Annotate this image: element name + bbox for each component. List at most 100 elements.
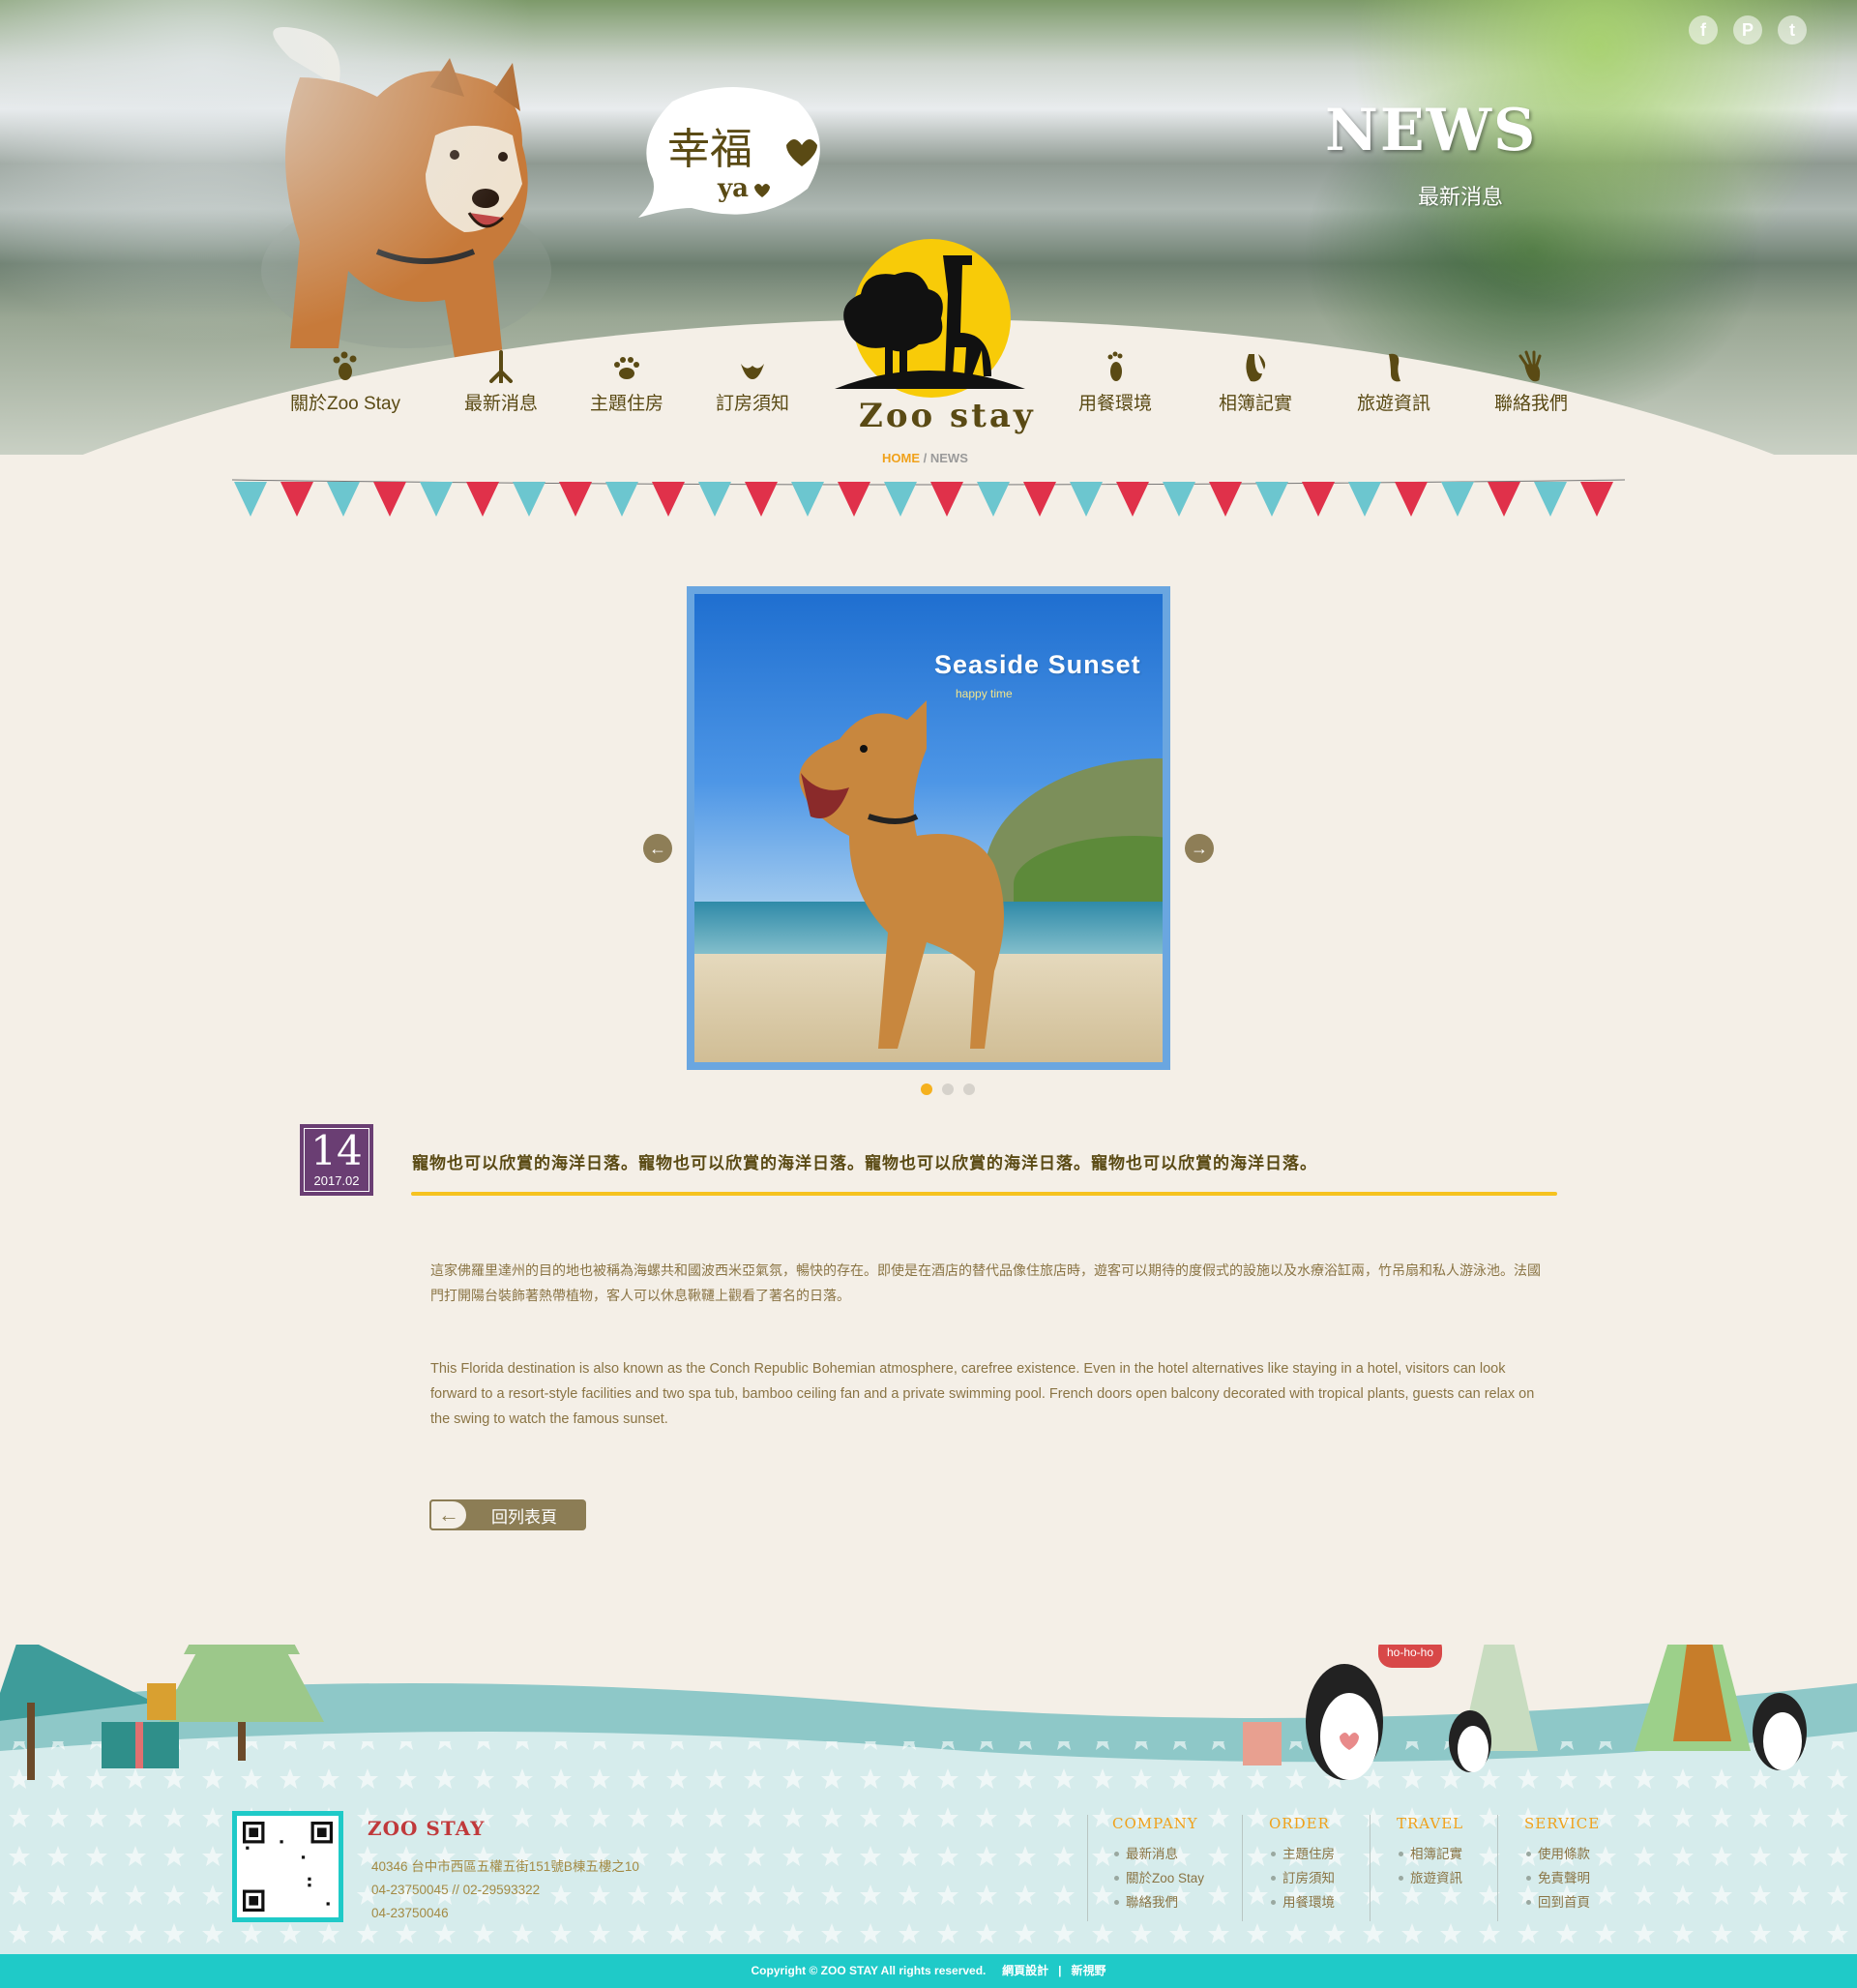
nav-label: 用餐環境 — [1078, 394, 1153, 414]
slide-subtitle: happy time — [956, 687, 1013, 700]
qr-code[interactable] — [232, 1811, 343, 1922]
page-subtitle: 最新消息 — [1418, 185, 1504, 209]
hand-icon — [1518, 350, 1542, 382]
slide-title: Seaside Sunset — [934, 650, 1141, 679]
nav-item-about[interactable]: 關於Zoo Stay — [290, 350, 400, 415]
bunting-flag — [466, 482, 499, 517]
bubble-text: 幸福 — [667, 125, 752, 174]
bunting-flag — [791, 482, 824, 517]
bubble-text-ya: ya — [718, 174, 749, 203]
breadcrumb-home[interactable]: HOME — [882, 451, 920, 465]
date-day: 14 — [310, 1127, 363, 1174]
date-yearmonth: 2017.02 — [313, 1173, 360, 1188]
bunting-flag — [1255, 482, 1288, 517]
footer-link[interactable]: 回到首頁 — [1524, 1890, 1600, 1914]
nav-item-travel[interactable]: 旅遊資訊 — [1357, 350, 1430, 415]
bunting-flag — [698, 482, 731, 517]
bunting-flag — [1070, 482, 1103, 517]
bunting-flag — [559, 482, 592, 517]
nav-label: 旅遊資訊 — [1357, 394, 1431, 414]
bunting-flag — [1534, 482, 1567, 517]
credit-separator: | — [1058, 1964, 1062, 1977]
footer-link[interactable]: 用餐環境 — [1269, 1890, 1335, 1914]
footer-col-head: ORDER — [1269, 1815, 1330, 1832]
slider-dot[interactable] — [963, 1083, 975, 1095]
bunting-flag — [373, 482, 406, 517]
bunting-flag — [1395, 482, 1428, 517]
footer-col-head: SERVICE — [1524, 1815, 1601, 1832]
footer-col-head: COMPANY — [1112, 1815, 1198, 1832]
nav-label: 最新消息 — [464, 394, 539, 414]
slider-dot[interactable] — [921, 1083, 932, 1095]
social-links: f P t — [1689, 15, 1807, 45]
paw-icon — [333, 351, 357, 380]
footer-link[interactable]: 旅遊資訊 — [1397, 1866, 1463, 1890]
article-body-zh: 這家佛羅里達州的目的地也被稱為海螺共和國波西米亞氣氛，暢快的存在。即使是在酒店的… — [430, 1262, 1541, 1303]
breadcrumb: HOME / NEWS — [882, 451, 968, 465]
breadcrumb-current: NEWS — [929, 451, 968, 465]
footer-link[interactable]: 主題住房 — [1269, 1842, 1335, 1866]
footer-col-head: TRAVEL — [1397, 1815, 1464, 1832]
breadcrumb-separator: / — [923, 451, 928, 465]
bunting-flag — [327, 482, 360, 517]
credit-name[interactable]: 新視野 — [1071, 1964, 1105, 1977]
bunting-flag — [884, 482, 917, 517]
footer-divider — [1242, 1815, 1243, 1921]
nav-item-dining[interactable]: 用餐環境 — [1078, 350, 1152, 415]
plurk-icon[interactable]: P — [1733, 15, 1762, 45]
slider-prev-button[interactable]: ← — [643, 834, 672, 863]
qr-code-image — [243, 1822, 333, 1912]
nav-label: 訂房須知 — [716, 394, 790, 414]
nav-label: 主題住房 — [590, 394, 664, 414]
footer-link[interactable]: 訂房須知 — [1269, 1866, 1335, 1890]
bunting-flag — [977, 482, 1010, 517]
slider-dots — [921, 1083, 975, 1095]
footer-divider — [1087, 1815, 1088, 1921]
bunting-flag — [652, 482, 685, 517]
footer-link[interactable]: 最新消息 — [1112, 1842, 1204, 1866]
bunting-flag — [513, 482, 545, 517]
bunting-flag — [838, 482, 870, 517]
footer-brand: ZOO STAY — [368, 1817, 486, 1840]
beach-dog-image — [799, 700, 1004, 1049]
footer-fax: 04-23750046 — [371, 1906, 449, 1920]
bunting-flag — [605, 482, 638, 517]
back-to-list-button[interactable]: ← 回列表頁 — [429, 1499, 586, 1530]
cat-paw-icon — [614, 357, 639, 379]
footer-divider — [1370, 1815, 1371, 1921]
bunting-flag — [1348, 482, 1381, 517]
nav-label: 聯絡我們 — [1494, 394, 1569, 414]
foot-icon — [1107, 351, 1123, 381]
twitter-icon[interactable]: t — [1778, 15, 1807, 45]
nav-label: 相簿記實 — [1219, 394, 1293, 414]
bunting-flag — [1441, 482, 1474, 517]
bunting-flag — [234, 482, 267, 517]
slider-next-button[interactable]: → — [1185, 834, 1214, 863]
footer-link[interactable]: 聯絡我們 — [1112, 1890, 1204, 1914]
footer-link[interactable]: 關於Zoo Stay — [1112, 1866, 1204, 1890]
footer-col-order: ORDER 主題住房 訂房須知 用餐環境 — [1269, 1815, 1335, 1914]
credit-label[interactable]: 網頁設計 — [1002, 1964, 1048, 1977]
nav-item-news[interactable]: 最新消息 — [464, 350, 538, 415]
footer-col-company: COMPANY 最新消息 關於Zoo Stay 聯絡我們 — [1112, 1815, 1204, 1914]
copyright-text: Copyright © ZOO STAY All rights reserved… — [751, 1964, 987, 1977]
bunting-flag — [280, 482, 313, 517]
date-badge: 14 2017.02 — [300, 1124, 373, 1196]
nav-item-album[interactable]: 相簿記實 — [1219, 350, 1292, 415]
footer-phone: 04-23750045 // 02-29593322 — [371, 1883, 541, 1897]
nav-item-booking[interactable]: 訂房須知 — [716, 350, 789, 415]
nav-item-contact[interactable]: 聯絡我們 — [1494, 350, 1568, 415]
footer-link[interactable]: 免責聲明 — [1524, 1866, 1600, 1890]
slider-dot[interactable] — [942, 1083, 954, 1095]
facebook-icon[interactable]: f — [1689, 15, 1718, 45]
footer-link[interactable]: 相簿記實 — [1397, 1842, 1463, 1866]
back-arrow-icon: ← — [429, 1499, 468, 1530]
image-slider[interactable]: Seaside Sunset happy time — [687, 586, 1170, 1070]
footer-link[interactable]: 使用條款 — [1524, 1842, 1600, 1866]
footer-divider — [1497, 1815, 1498, 1921]
bunting-flag — [1488, 482, 1520, 517]
copyright-bar: Copyright © ZOO STAY All rights reserved… — [0, 1954, 1857, 1988]
nav-item-rooms[interactable]: 主題住房 — [590, 350, 663, 415]
bunting-flag — [1209, 482, 1242, 517]
bunting-flag — [1163, 482, 1195, 517]
